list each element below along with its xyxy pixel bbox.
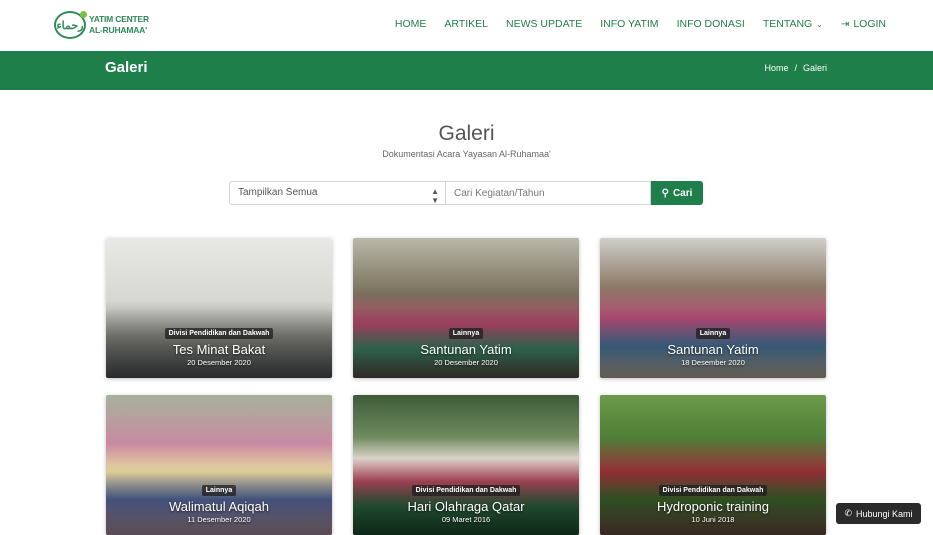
logo-mark-text: ﺭﺣﻤﺎء bbox=[56, 19, 84, 32]
chevron-down-icon: ⌄ bbox=[816, 19, 823, 29]
card-title: Hari Olahraga Qatar bbox=[407, 499, 525, 514]
card-date: 20 Desember 2020 bbox=[187, 358, 251, 367]
sign-in-icon: ⇥ bbox=[840, 18, 850, 30]
nav-tentang[interactable]: TENTANG ⌄ bbox=[763, 18, 823, 30]
select-caret-icon: ▲ ▼ bbox=[431, 187, 439, 205]
gallery-card[interactable]: Lainnya Santunan Yatim 20 Desember 2020 bbox=[353, 238, 579, 378]
card-category-badge: Lainnya bbox=[201, 485, 237, 496]
nav-tentang-label: TENTANG bbox=[762, 18, 813, 30]
nav-info-donasi[interactable]: INFO DONASI bbox=[677, 18, 745, 30]
card-category-badge: Divisi Pendidikan dan Dakwah bbox=[164, 328, 274, 339]
card-caption: Lainnya Walimatul Aqiqah 11 Desember 202… bbox=[106, 479, 332, 524]
top-navbar: ﺭﺣﻤﺎء YATIM CENTER AL-RUHAMAA' HOME ARTI… bbox=[0, 0, 933, 51]
main-nav: HOME ARTIKEL NEWS UPDATE INFO YATIM INFO… bbox=[395, 18, 886, 30]
logo-emblem: ﺭﺣﻤﺎء bbox=[54, 11, 87, 39]
gallery-card[interactable]: Divisi Pendidikan dan Dakwah Hari Olahra… bbox=[353, 395, 579, 535]
gallery-card[interactable]: Lainnya Santunan Yatim 18 Desember 2020 bbox=[600, 238, 826, 378]
nav-artikel[interactable]: ARTIKEL bbox=[444, 18, 488, 30]
card-category-badge: Divisi Pendidikan dan Dakwah bbox=[658, 485, 768, 496]
card-title: Santunan Yatim bbox=[667, 342, 759, 357]
search-button-label: Cari bbox=[672, 187, 693, 199]
gallery-heading: Galeri bbox=[438, 122, 495, 145]
gallery-subtitle: Dokumentasi Acara Yayasan Al-Ruhamaa' bbox=[382, 149, 551, 159]
breadcrumb-separator: / bbox=[794, 63, 797, 73]
contact-us-label: Hubungi Kami bbox=[856, 508, 913, 519]
page-title: Galeri bbox=[105, 59, 148, 76]
card-caption: Divisi Pendidikan dan Dakwah Hydroponic … bbox=[600, 479, 826, 524]
card-title: Hydroponic training bbox=[656, 499, 769, 514]
gallery-card[interactable]: Lainnya Walimatul Aqiqah 11 Desember 202… bbox=[106, 395, 332, 535]
search-button[interactable]: ⚲ Cari bbox=[651, 181, 703, 205]
contact-us-button[interactable]: ✆ Hubungi Kami bbox=[836, 503, 921, 524]
card-date: 10 Juni 2018 bbox=[691, 515, 735, 524]
card-category-badge: Divisi Pendidikan dan Dakwah bbox=[411, 485, 521, 496]
search-input[interactable] bbox=[445, 181, 651, 205]
gallery-card[interactable]: Divisi Pendidikan dan Dakwah Tes Minat B… bbox=[106, 238, 332, 378]
card-date: 20 Desember 2020 bbox=[434, 358, 498, 367]
whatsapp-icon: ✆ bbox=[844, 508, 852, 518]
card-date: 18 Desember 2020 bbox=[681, 358, 745, 367]
card-title: Santunan Yatim bbox=[420, 342, 512, 357]
card-date: 09 Maret 2016 bbox=[441, 515, 491, 524]
nav-login[interactable]: ⇥ LOGIN bbox=[841, 18, 886, 30]
card-caption: Lainnya Santunan Yatim 18 Desember 2020 bbox=[600, 322, 826, 367]
site-logo[interactable]: ﺭﺣﻤﺎء YATIM CENTER AL-RUHAMAA' bbox=[54, 11, 149, 39]
card-title: Walimatul Aqiqah bbox=[169, 499, 269, 514]
card-caption: Divisi Pendidikan dan Dakwah Hari Olahra… bbox=[353, 479, 579, 524]
nav-news-update[interactable]: NEWS UPDATE bbox=[506, 18, 582, 30]
nav-login-label: LOGIN bbox=[853, 18, 886, 30]
breadcrumb-current: Galeri bbox=[802, 63, 827, 73]
nav-home[interactable]: HOME bbox=[395, 18, 427, 30]
card-title: Tes Minat Bakat bbox=[172, 342, 266, 357]
card-category-badge: Lainnya bbox=[448, 328, 484, 339]
logo-line-2: AL-RUHAMAA' bbox=[89, 25, 147, 35]
card-caption: Divisi Pendidikan dan Dakwah Tes Minat B… bbox=[106, 322, 332, 367]
gallery-card[interactable]: Divisi Pendidikan dan Dakwah Hydroponic … bbox=[600, 395, 826, 535]
card-date: 11 Desember 2020 bbox=[187, 515, 251, 524]
breadcrumb-home[interactable]: Home bbox=[764, 63, 788, 73]
search-icon: ⚲ bbox=[661, 187, 669, 199]
nav-info-yatim[interactable]: INFO YATIM bbox=[600, 18, 658, 30]
card-caption: Lainnya Santunan Yatim 20 Desember 2020 bbox=[353, 322, 579, 367]
filter-selected-value: Tampilkan Semua bbox=[238, 187, 318, 198]
logo-text: YATIM CENTER AL-RUHAMAA' bbox=[89, 14, 149, 36]
card-category-badge: Lainnya bbox=[695, 328, 731, 339]
breadcrumb: Home / Galeri bbox=[764, 63, 827, 73]
page-banner: Galeri Home / Galeri bbox=[0, 51, 933, 90]
category-filter-select[interactable]: Tampilkan Semua ▲ ▼ bbox=[229, 181, 445, 205]
logo-line-1: YATIM CENTER bbox=[89, 14, 149, 24]
